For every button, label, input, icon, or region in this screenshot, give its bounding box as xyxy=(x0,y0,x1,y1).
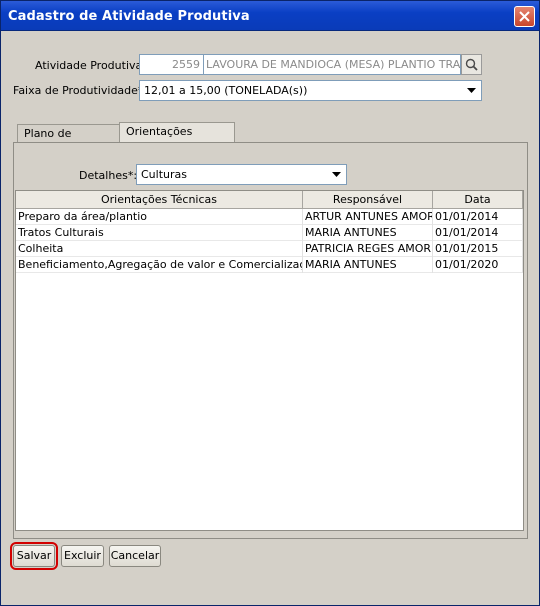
detalhes-value: Culturas xyxy=(141,168,187,181)
detalhes-label: Detalhes*: xyxy=(79,169,138,182)
cell-orientacao: Colheita xyxy=(16,241,303,257)
table-row[interactable]: Beneficiamento,Agregação de valor e Come… xyxy=(16,257,523,273)
lookup-button[interactable] xyxy=(461,54,482,75)
column-header-data[interactable]: Data xyxy=(433,191,523,209)
table-row[interactable]: Preparo da área/plantio ARTUR ANTUNES AM… xyxy=(16,209,523,225)
table-row[interactable]: Tratos Culturais MARIA ANTUNES 01/01/201… xyxy=(16,225,523,241)
title-bar[interactable]: Cadastro de Atividade Produtiva xyxy=(1,1,539,31)
atividade-desc-field[interactable]: LAVOURA DE MANDIOCA (MESA) PLANTIO TRADI… xyxy=(203,54,461,75)
faixa-select[interactable]: 12,01 a 15,00 (TONELADA(s)) xyxy=(139,80,482,101)
cell-responsavel: MARIA ANTUNES xyxy=(303,225,433,241)
atividade-code-field[interactable]: 2559 xyxy=(139,54,204,75)
faixa-label: Faixa de Produtividade*: xyxy=(13,84,148,97)
cell-responsavel: PATRICIA REGES AMORIM xyxy=(305,241,433,257)
dialog-window: Cadastro de Atividade Produtiva Atividad… xyxy=(0,0,540,606)
tab-orientacoes-tecnicas[interactable]: Orientações Técnicas xyxy=(119,122,235,155)
detalhes-select[interactable]: Culturas xyxy=(136,164,347,185)
cell-data: 01/01/2015 xyxy=(433,241,523,257)
cell-data: 01/01/2014 xyxy=(433,209,523,225)
save-button[interactable]: Salvar xyxy=(10,542,58,570)
cell-orientacao: Preparo da área/plantio xyxy=(16,209,303,225)
search-icon xyxy=(465,58,478,71)
atividade-label: Atividade Produtiva: xyxy=(35,59,146,72)
column-header-responsavel[interactable]: Responsável xyxy=(303,191,433,209)
cell-responsavel: MARIA ANTUNES xyxy=(303,257,433,273)
orientacoes-table[interactable]: Orientações Técnicas Responsável Data Pr… xyxy=(15,190,524,531)
close-button[interactable] xyxy=(514,6,535,27)
faixa-value: 12,01 a 15,00 (TONELADA(s)) xyxy=(144,84,308,97)
chevron-down-icon[interactable] xyxy=(329,167,344,182)
cancel-button[interactable]: Cancelar xyxy=(109,545,161,567)
column-header-orientacoes[interactable]: Orientações Técnicas xyxy=(16,191,303,209)
window-title: Cadastro de Atividade Produtiva xyxy=(8,9,250,24)
chevron-down-icon[interactable] xyxy=(464,83,479,98)
cell-orientacao: Beneficiamento,Agregação de valor e Come… xyxy=(18,257,303,273)
delete-button[interactable]: Excluir xyxy=(61,545,104,567)
table-header: Orientações Técnicas Responsável Data xyxy=(16,191,523,209)
cell-data: 01/01/2020 xyxy=(433,257,523,273)
close-icon xyxy=(519,11,530,22)
cell-orientacao: Tratos Culturais xyxy=(16,225,303,241)
cell-data: 01/01/2014 xyxy=(433,225,523,241)
tab-plano-producao[interactable]: Plano de Produção xyxy=(17,124,121,157)
cell-responsavel: ARTUR ANTUNES AMORIM xyxy=(303,209,433,225)
table-row[interactable]: Colheita PATRICIA REGES AMORIM 01/01/201… xyxy=(16,241,523,257)
